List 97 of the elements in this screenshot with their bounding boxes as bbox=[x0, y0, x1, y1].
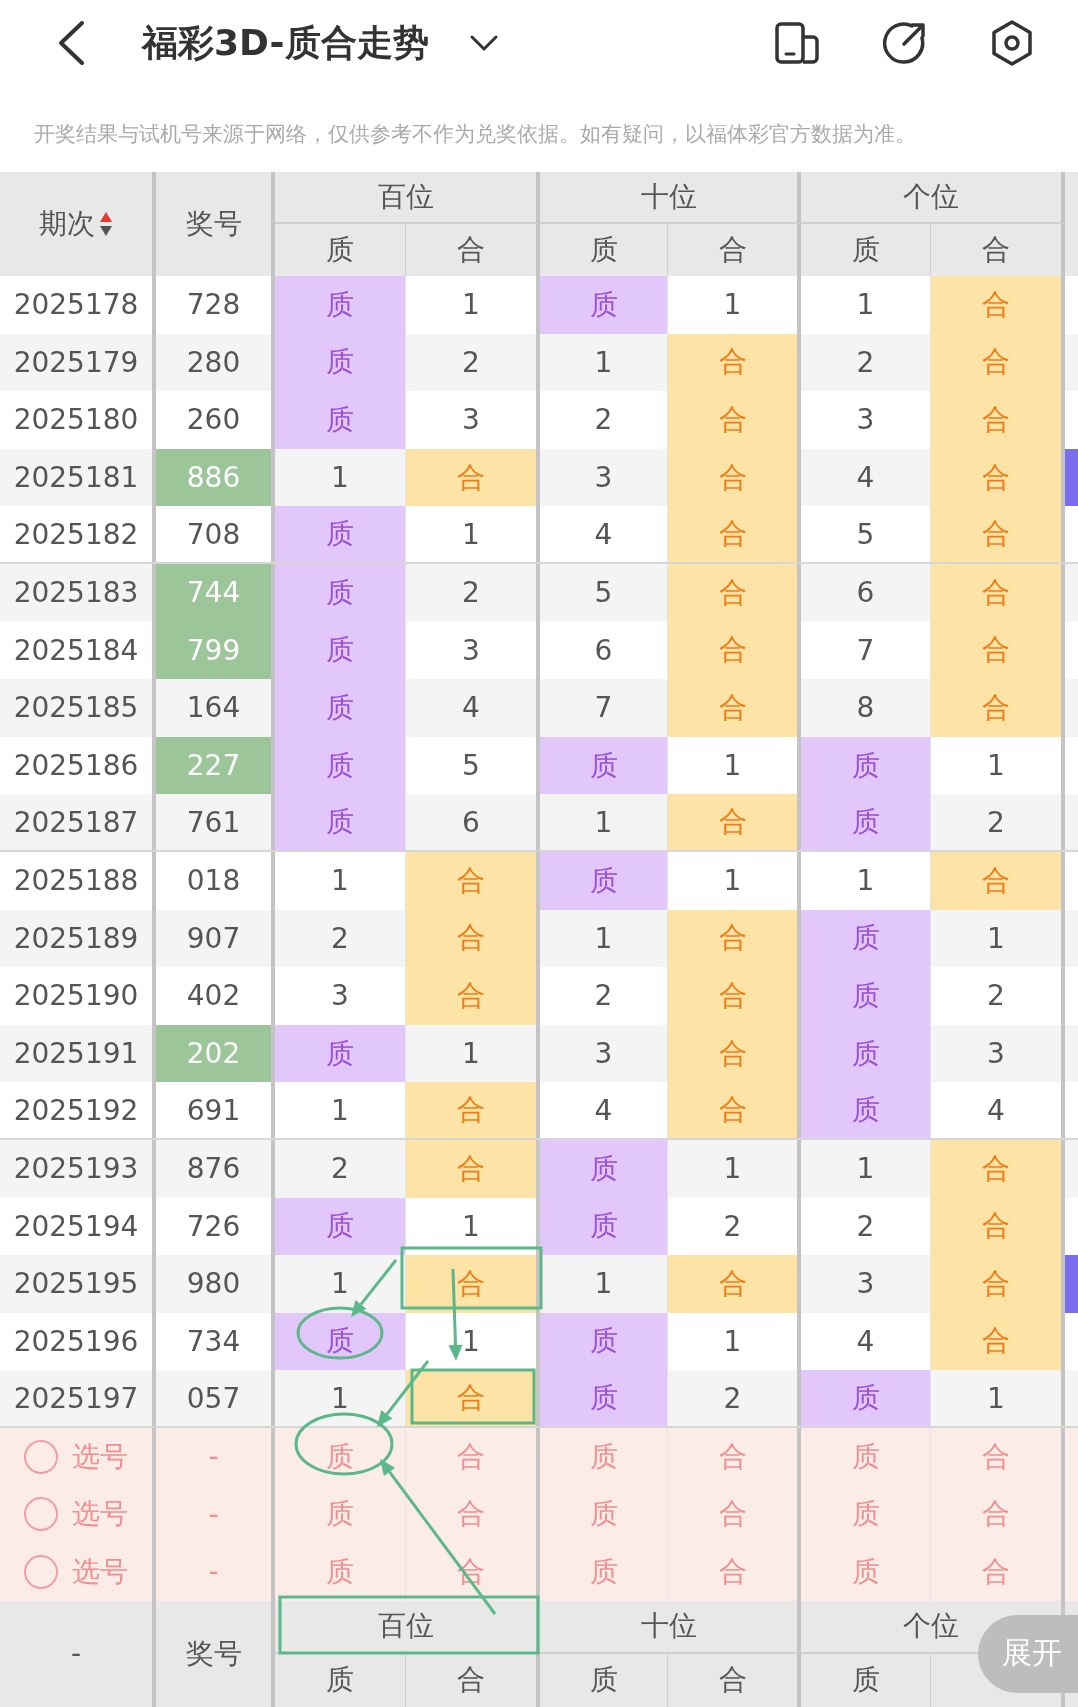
group-header: 十位 bbox=[540, 1600, 801, 1654]
number-cell: 202 bbox=[156, 1024, 275, 1083]
pick-option[interactable]: 质 bbox=[540, 1543, 668, 1601]
column-header: - bbox=[0, 1600, 156, 1707]
trend-cell: 质 bbox=[801, 1082, 931, 1138]
trend-cell: 合 bbox=[668, 563, 801, 622]
pick-label[interactable]: 选号 bbox=[72, 1552, 128, 1591]
trend-cell: 合 bbox=[406, 1255, 540, 1313]
column-header: 合 bbox=[668, 1653, 801, 1707]
group-header: 十位 bbox=[540, 172, 801, 224]
trend-cell: 合 bbox=[406, 909, 540, 968]
trend-cell: 合 bbox=[406, 1139, 540, 1198]
trend-cell: 合 bbox=[931, 391, 1065, 449]
pick-label[interactable]: 选号 bbox=[72, 1495, 128, 1534]
pick-radio[interactable] bbox=[24, 1554, 58, 1589]
annotation-arrow bbox=[351, 1259, 398, 1317]
pick-option[interactable]: 质 bbox=[801, 1543, 931, 1601]
page-title: 福彩3D-质合走势 bbox=[142, 20, 429, 65]
trend-cell: 合 bbox=[931, 1255, 1065, 1313]
trend-cell: 质 bbox=[275, 276, 406, 334]
trend-cell: 合 bbox=[668, 448, 801, 507]
number-cell: 886 bbox=[156, 448, 275, 507]
trend-cell: 质 bbox=[275, 679, 406, 737]
number-cell: 744 bbox=[156, 563, 275, 622]
trend-cell: 合 bbox=[668, 333, 801, 392]
trend-cell: 合 bbox=[406, 1082, 540, 1138]
trend-cell: 合 bbox=[931, 679, 1065, 737]
trend-cell: 质 bbox=[540, 1312, 668, 1371]
trend-cell: 质 bbox=[275, 1197, 406, 1256]
annotation-arrow bbox=[377, 1360, 430, 1427]
trend-cell: 质 bbox=[540, 1139, 668, 1198]
trend-cell: 合 bbox=[668, 1082, 801, 1138]
trend-cell: 质 bbox=[275, 794, 406, 850]
trend-cell: 合 bbox=[931, 851, 1065, 910]
back-icon[interactable] bbox=[56, 20, 86, 66]
number-cell: 227 bbox=[156, 736, 275, 795]
group-header: 个位 bbox=[801, 172, 1065, 224]
trend-cell: 质 bbox=[275, 1312, 406, 1371]
trend-cell: 质 bbox=[275, 391, 406, 449]
trend-cell: 合 bbox=[931, 506, 1065, 562]
trend-cell: 合 bbox=[668, 909, 801, 968]
trend-cell: 质 bbox=[275, 736, 406, 795]
trend-cell: 质 bbox=[275, 621, 406, 680]
settings-icon[interactable] bbox=[990, 19, 1034, 67]
trend-cell: 合 bbox=[931, 448, 1065, 507]
trend-cell: 合 bbox=[931, 563, 1065, 622]
trend-cell: 合 bbox=[931, 621, 1065, 680]
trend-cell: 质 bbox=[275, 563, 406, 622]
trend-cell: 质 bbox=[275, 506, 406, 562]
trend-cell: 质 bbox=[540, 851, 668, 910]
trend-cell: 合 bbox=[406, 851, 540, 910]
trend-cell: 合 bbox=[931, 1312, 1065, 1371]
column-header: 质 bbox=[540, 1653, 668, 1707]
trend-cell: 合 bbox=[668, 391, 801, 449]
trend-cell: 合 bbox=[931, 1197, 1065, 1256]
pick-radio[interactable] bbox=[24, 1439, 58, 1474]
trend-cell: 质 bbox=[275, 1024, 406, 1083]
trend-cell: 质 bbox=[540, 276, 668, 334]
trend-cell: 质 bbox=[275, 333, 406, 392]
disclaimer-text: 开奖结果与试机号来源于网络，仅供参考不作为兑奖依据。如有疑问，以福体彩官方数据为准。 bbox=[33, 121, 917, 148]
sort-icon[interactable] bbox=[99, 210, 113, 238]
trend-cell: 质 bbox=[540, 1370, 668, 1426]
group-header: 百位 bbox=[275, 1600, 540, 1654]
trend-cell: 质 bbox=[801, 794, 931, 850]
trend-cell: 合 bbox=[668, 1255, 801, 1313]
expand-button[interactable]: 展开 bbox=[978, 1614, 1078, 1693]
trend-cell: 合 bbox=[668, 506, 801, 562]
trend-cell: 合 bbox=[668, 794, 801, 850]
pick-radio[interactable] bbox=[24, 1497, 58, 1532]
column-header: 合 bbox=[406, 1653, 540, 1707]
period-header: 期次 bbox=[39, 206, 95, 242]
column-header: 奖号 bbox=[156, 1600, 275, 1707]
trend-cell: 质 bbox=[801, 909, 931, 968]
trend-cell: 质 bbox=[540, 736, 668, 795]
group-header: 百位 bbox=[275, 172, 540, 224]
share-icon[interactable] bbox=[882, 20, 928, 66]
trend-cell: 合 bbox=[668, 679, 801, 737]
pick-option[interactable]: 质 bbox=[275, 1543, 406, 1601]
trend-cell: 合 bbox=[668, 621, 801, 680]
trend-cell: 质 bbox=[540, 1197, 668, 1256]
trend-cell: 合 bbox=[668, 1024, 801, 1083]
trend-cell: 质 bbox=[801, 1370, 931, 1426]
pick-label[interactable]: 选号 bbox=[72, 1437, 128, 1476]
column-header: 质 bbox=[275, 1653, 406, 1707]
number-cell: 799 bbox=[156, 621, 275, 680]
dropdown-caret-icon[interactable] bbox=[468, 34, 499, 52]
devices-icon[interactable] bbox=[774, 21, 820, 65]
trend-cell: 质 bbox=[801, 736, 931, 795]
trend-cell: 质 bbox=[801, 1024, 931, 1083]
trend-cell: 合 bbox=[931, 1139, 1065, 1198]
trend-cell: 合 bbox=[406, 448, 540, 507]
trend-cell: 合 bbox=[406, 967, 540, 1025]
trend-cell: 合 bbox=[668, 967, 801, 1025]
trend-cell: 质 bbox=[801, 967, 931, 1025]
column-header: 质 bbox=[801, 1653, 931, 1707]
trend-cell: 合 bbox=[931, 333, 1065, 392]
trend-cell: 合 bbox=[931, 276, 1065, 334]
